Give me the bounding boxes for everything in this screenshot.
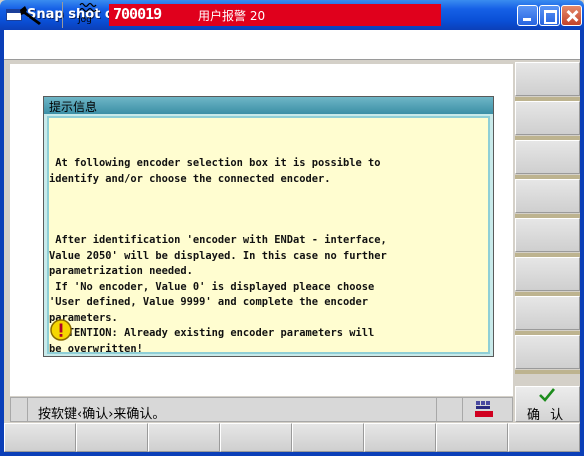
dialog-title: 提示信息 — [49, 100, 98, 114]
right-softkey-divider — [515, 370, 580, 374]
confirm-button-label: 确 认 — [527, 408, 567, 423]
alarm-text: 用户报警 20 — [198, 9, 266, 23]
status-separator — [27, 398, 28, 421]
bottom-softkey-6[interactable] — [364, 423, 436, 452]
status-header — [4, 30, 580, 60]
bottom-softkey-2[interactable] — [76, 423, 148, 452]
dialog-paragraph: At following encoder selection box it is… — [49, 157, 381, 185]
ecs-icon — [475, 401, 493, 417]
right-softkey-2[interactable] — [515, 101, 580, 135]
wrench-icon — [20, 6, 41, 25]
status-message: 按软键‹确认›来确认。 — [38, 407, 166, 422]
dialog-title-bar: 提示信息 — [44, 97, 493, 114]
right-softkey-8[interactable] — [515, 335, 580, 369]
bottom-softkey-7[interactable] — [436, 423, 508, 452]
warning-icon — [50, 319, 72, 341]
right-softkey-3[interactable] — [515, 140, 580, 174]
minimize-button[interactable] — [517, 5, 538, 26]
mode-label: Jog — [78, 15, 92, 25]
right-softkey-6[interactable] — [515, 257, 580, 291]
dialog-message: At following encoder selection box it is… — [49, 125, 489, 373]
dialog-paragraph: After identification 'encoder with ENDat… — [49, 234, 387, 355]
bottom-softkey-1[interactable] — [4, 423, 76, 452]
checkmark-icon — [539, 388, 556, 402]
bottom-softkey-4[interactable] — [220, 423, 292, 452]
bottom-softkey-5[interactable] — [292, 423, 364, 452]
jog-icon — [79, 2, 97, 13]
status-separator — [462, 398, 463, 421]
bottom-softkey-3[interactable] — [148, 423, 220, 452]
maximize-button[interactable] — [539, 5, 560, 26]
alarm-number: 700019 — [113, 5, 162, 23]
right-softkey-5[interactable] — [515, 218, 580, 252]
right-softkey-1[interactable] — [515, 62, 580, 96]
bottom-softkey-8[interactable] — [508, 423, 580, 452]
header-separator — [62, 2, 63, 28]
status-separator — [436, 398, 437, 421]
right-softkey-4[interactable] — [515, 179, 580, 213]
right-softkey-7[interactable] — [515, 296, 580, 330]
close-button[interactable] — [561, 5, 582, 26]
